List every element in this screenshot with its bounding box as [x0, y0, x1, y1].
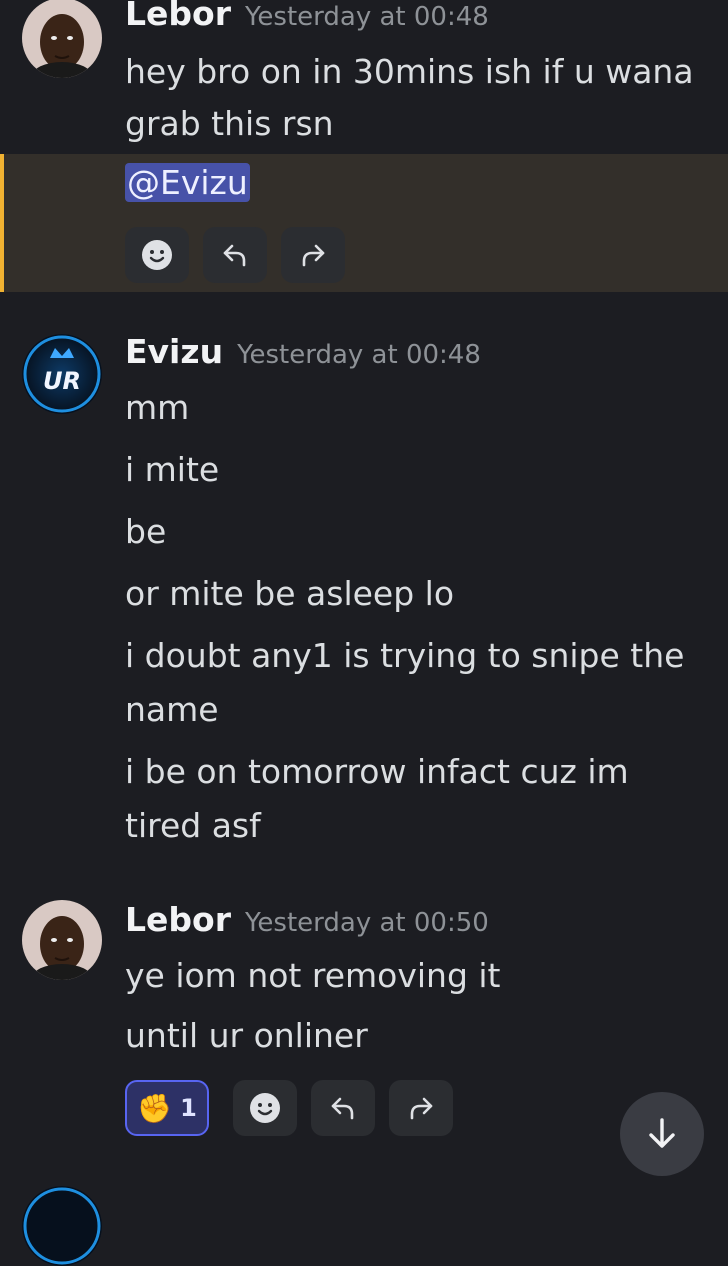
message-line: i be on tomorrow infact cuz im [125, 752, 629, 791]
reply-button[interactable] [311, 1080, 375, 1136]
reaction-count: 1 [180, 1094, 197, 1122]
timestamp: Yesterday at 00:48 [244, 2, 489, 32]
reaction-pill[interactable]: ✊ 1 [125, 1080, 209, 1136]
mention-indicator-bar [0, 154, 4, 292]
message-line: be [125, 512, 167, 551]
reply-arrow-icon [331, 1097, 354, 1120]
message-line: hey bro on in 30mins ish if u wana [125, 52, 694, 91]
add-reaction-button[interactable] [233, 1080, 297, 1136]
author-name[interactable]: Lebor Yesterday at 00:50 [125, 900, 489, 939]
jump-to-latest-button[interactable] [620, 1092, 704, 1176]
reply-button[interactable] [203, 227, 267, 283]
arrow-down-icon [649, 1118, 675, 1148]
author-label[interactable]: Lebor [125, 0, 231, 33]
author-name[interactable]: Evizu Yesterday at 00:48 [125, 332, 481, 371]
avatar-lebor[interactable] [22, 900, 102, 980]
reply-arrow-icon [223, 244, 246, 267]
avatar-lebor[interactable] [22, 0, 102, 78]
message-line: ye iom not removing it [125, 956, 501, 995]
smiley-icon [142, 240, 172, 270]
message-line: mm [125, 388, 190, 427]
message-line: or mite be asleep lo [125, 574, 455, 613]
avatar-evizu-partial[interactable] [22, 1186, 102, 1266]
message-line: name [125, 690, 219, 729]
author-label[interactable]: Evizu [125, 332, 223, 371]
avatar-evizu[interactable]: UR [22, 334, 102, 414]
forward-button[interactable] [389, 1080, 453, 1136]
add-reaction-button[interactable] [125, 227, 189, 283]
message-line: i mite [125, 450, 220, 489]
mention-highlight [0, 154, 728, 292]
user-mention[interactable]: @Evizu [125, 163, 250, 202]
message-line: i doubt any1 is trying to snipe the [125, 636, 685, 675]
raised-fist-emoji-icon: ✊ [137, 1091, 173, 1125]
message-line: tired asf [125, 806, 261, 845]
forward-arrow-icon [410, 1097, 433, 1120]
author-label[interactable]: Lebor [125, 900, 231, 939]
forward-arrow-icon [302, 244, 325, 267]
smiley-icon [250, 1093, 280, 1123]
author-name[interactable]: Lebor Yesterday at 00:48 [125, 0, 489, 33]
message-line: until ur onliner [125, 1016, 368, 1055]
forward-button[interactable] [281, 227, 345, 283]
timestamp: Yesterday at 00:50 [244, 908, 489, 938]
message-line: @Evizu [125, 163, 250, 202]
message-line: grab this rsn [125, 104, 334, 143]
timestamp: Yesterday at 00:48 [237, 340, 481, 370]
avatar-logo-text: UR [43, 367, 81, 395]
